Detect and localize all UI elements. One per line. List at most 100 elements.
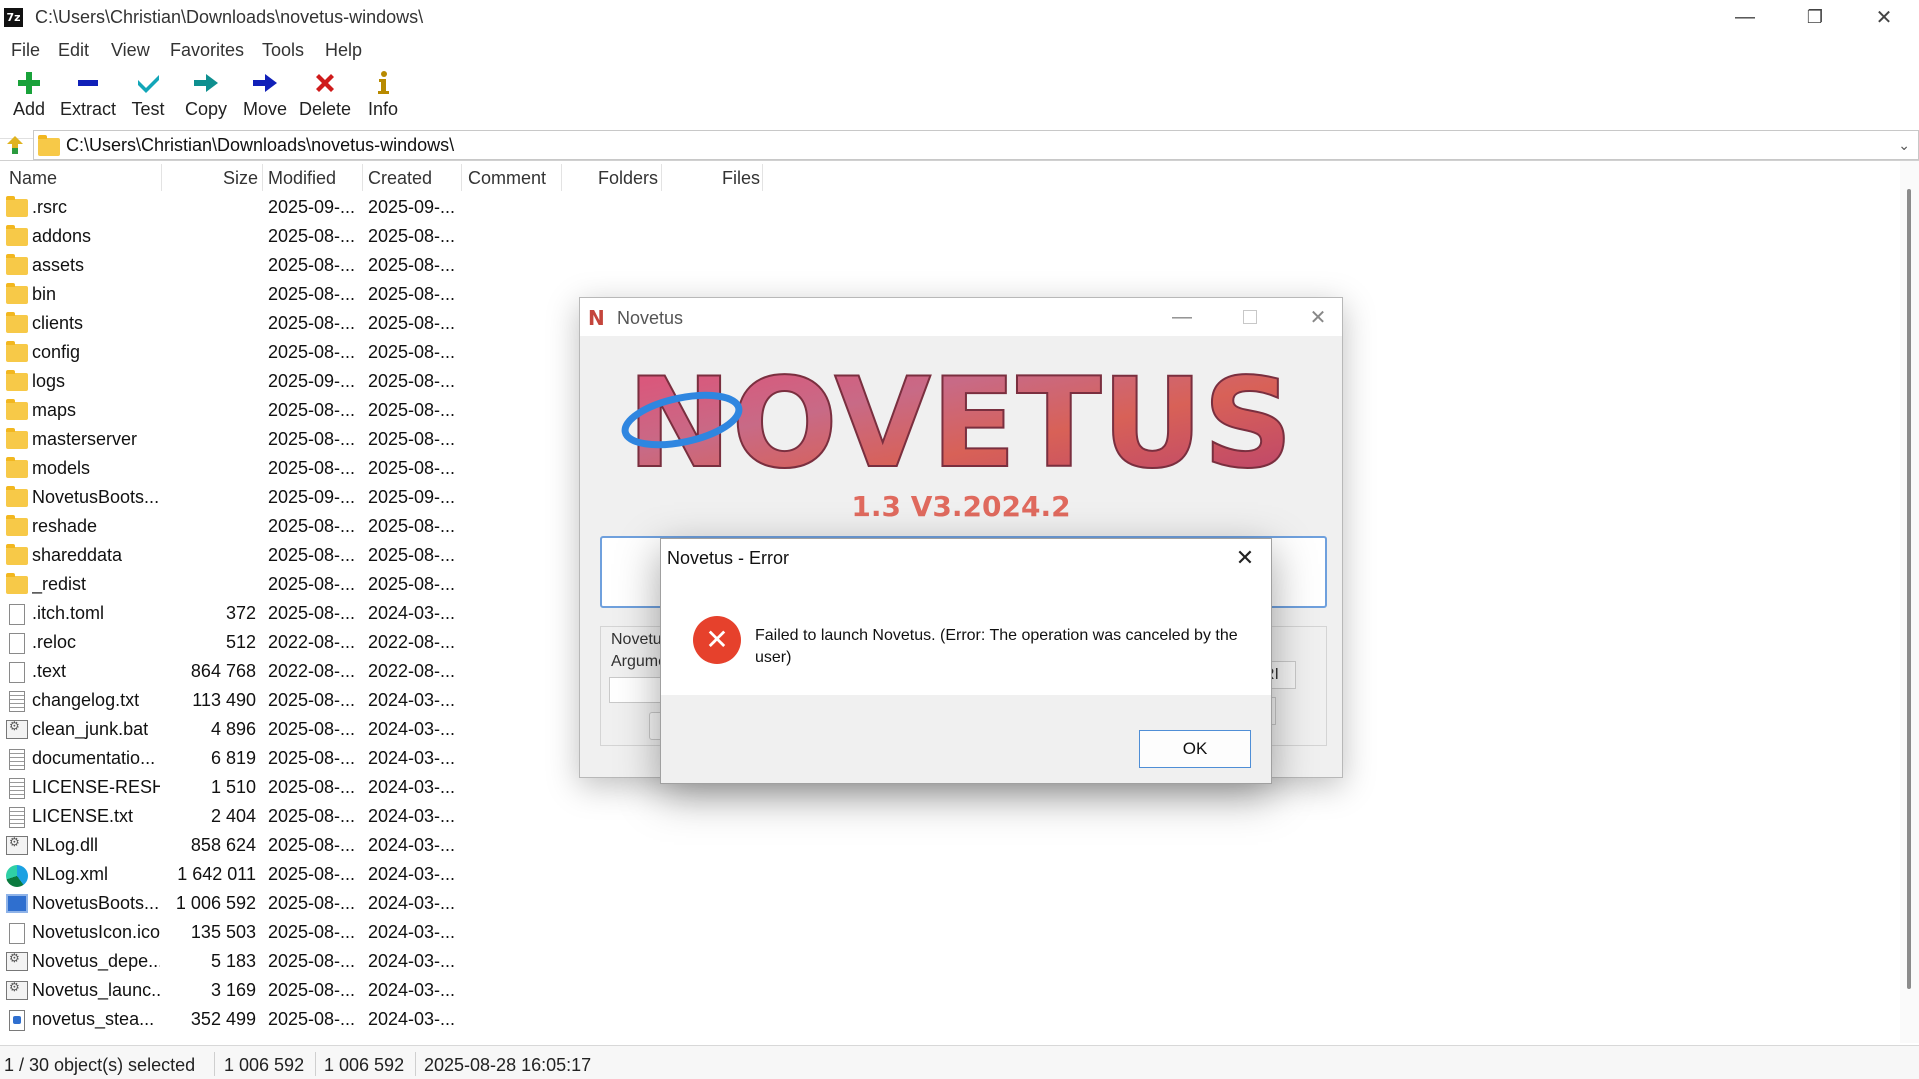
info-button[interactable]: Info (364, 67, 402, 125)
copy-button[interactable]: Copy (182, 67, 230, 125)
close-button[interactable]: ✕ (1849, 0, 1919, 35)
file-created: 2024-03-... (368, 603, 456, 623)
menu-help[interactable]: Help (325, 40, 362, 61)
toolbar: Add Extract Test Copy Move Delete Info (0, 65, 1919, 139)
delete-button[interactable]: Delete (298, 67, 352, 125)
chevron-down-icon[interactable]: ⌄ (1898, 137, 1910, 154)
address-path: C:\Users\Christian\Downloads\novetus-win… (66, 135, 455, 155)
file-created: 2024-03-... (368, 893, 456, 913)
file-name: clients (32, 313, 84, 333)
file-row[interactable]: LICENSE-RESH... 1 510 2025-08-... 2024-03-.… (0, 773, 470, 802)
file-modified: 2025-08-... (268, 574, 356, 594)
novetus-maximize-button[interactable] (1218, 300, 1282, 334)
file-modified: 2025-08-... (268, 806, 356, 826)
column-comment[interactable]: Comment (468, 168, 546, 189)
address-input[interactable]: C:\Users\Christian\Downloads\novetus-win… (33, 130, 1919, 160)
column-files[interactable]: Files (722, 168, 760, 189)
file-row[interactable]: NLog.dll 858 624 2025-08-... 2024-03-... (0, 831, 470, 860)
file-name: addons (32, 226, 92, 246)
file-modified: 2025-08-... (268, 226, 356, 246)
file-row[interactable]: clients 2025-08-... 2025-08-... (0, 309, 470, 338)
file-row[interactable]: Novetus_depe... 5 183 2025-08-... 2024-03-.… (0, 947, 470, 976)
column-size[interactable]: Size (223, 168, 258, 189)
novetus-minimize-button[interactable]: — (1150, 300, 1214, 334)
file-name: NovetusIcon.ico (32, 922, 160, 942)
file-row[interactable]: reshade 2025-08-... 2025-08-... (0, 512, 470, 541)
add-button[interactable]: Add (6, 67, 52, 125)
file-row[interactable]: LICENSE.txt 2 404 2025-08-... 2024-03-... (0, 802, 470, 831)
file-row[interactable]: models 2025-08-... 2025-08-... (0, 454, 470, 483)
file-row[interactable]: _redist 2025-08-... 2025-08-... (0, 570, 470, 599)
file-row[interactable]: logs 2025-09-... 2025-08-... (0, 367, 470, 396)
file-row[interactable]: novetus_stea... 352 499 2025-08-... 2024-03… (0, 1005, 470, 1034)
window-title: C:\Users\Christian\Downloads\novetus-win… (35, 7, 424, 27)
up-folder-button[interactable] (4, 134, 26, 156)
file-modified: 2025-08-... (268, 893, 356, 913)
file-size: 4 896 (210, 719, 256, 739)
file-size: 864 768 (190, 661, 256, 681)
copy-label: Copy (184, 99, 228, 119)
menu-edit[interactable]: Edit (58, 40, 89, 61)
novetus-logo: NOVETUS (621, 358, 1294, 478)
file-created: 2025-08-... (368, 429, 456, 449)
file-size: 1 510 (210, 777, 256, 797)
file-row[interactable]: NovetusBoots... 1 006 592 2025-08-... 2024-… (0, 889, 470, 918)
file-name: config (32, 342, 81, 362)
file-created: 2024-03-... (368, 1009, 456, 1029)
file-row[interactable]: masterserver 2025-08-... 2025-08-... (0, 425, 470, 454)
file-name: .rsrc (32, 197, 67, 217)
delete-label: Delete (298, 99, 352, 119)
file-row[interactable]: .text 864 768 2022-08-... 2022-08-... (0, 657, 470, 686)
column-folders[interactable]: Folders (598, 168, 658, 189)
novetus-window-title: Novetus (617, 308, 684, 328)
folder-icon (6, 428, 28, 450)
batch-file-icon (6, 719, 28, 740)
folder-icon (6, 573, 28, 595)
menu-file[interactable]: File (11, 40, 40, 61)
folder-icon (6, 457, 28, 479)
column-modified[interactable]: Modified (268, 168, 336, 189)
file-row[interactable]: .itch.toml 372 2025-08-... 2024-03-... (0, 599, 470, 628)
menu-favorites[interactable]: Favorites (170, 40, 244, 61)
file-row[interactable]: addons 2025-08-... 2025-08-... (0, 222, 470, 251)
maximize-button[interactable]: ❐ (1780, 0, 1850, 35)
folder-icon (6, 225, 28, 247)
menu-view[interactable]: View (111, 40, 150, 61)
file-row[interactable]: changelog.txt 113 490 2025-08-... 2024-03-.… (0, 686, 470, 715)
file-row[interactable]: Novetus_launc... 3 169 2025-08-... 2024-03-… (0, 976, 470, 1005)
file-row[interactable]: bin 2025-08-... 2025-08-... (0, 280, 470, 309)
file-row[interactable]: config 2025-08-... 2025-08-... (0, 338, 470, 367)
test-button[interactable]: Test (128, 67, 168, 125)
minus-icon (58, 67, 118, 99)
file-row[interactable]: NovetusBoots... 2025-09-... 2025-09-... (0, 483, 470, 512)
scrollbar-thumb[interactable] (1907, 189, 1911, 989)
minimize-button[interactable]: — (1710, 0, 1780, 35)
status-packed-size: 1 006 592 (324, 1055, 405, 1075)
file-row[interactable]: shareddata 2025-08-... 2025-08-... (0, 541, 470, 570)
menu-tools[interactable]: Tools (262, 40, 304, 61)
vertical-scrollbar[interactable] (1900, 161, 1919, 1043)
ok-button[interactable]: OK (1139, 730, 1251, 768)
folder-icon (38, 135, 60, 156)
novetus-close-button[interactable]: ✕ (1286, 300, 1350, 334)
text-file-icon (6, 807, 28, 828)
file-modified: 2025-09-... (268, 487, 356, 507)
column-created[interactable]: Created (368, 168, 432, 189)
file-row[interactable]: assets 2025-08-... 2025-08-... (0, 251, 470, 280)
file-row[interactable]: NovetusIcon.ico 135 503 2025-08-... 2024-03… (0, 918, 470, 947)
column-name[interactable]: Name (9, 168, 57, 189)
file-size: 372 (225, 603, 256, 623)
error-dialog-title: Novetus - Error (667, 548, 790, 568)
extract-label: Extract (59, 99, 116, 119)
file-name: NovetusBoots... (32, 893, 160, 913)
move-button[interactable]: Move (240, 67, 290, 125)
file-created: 2024-03-... (368, 719, 456, 739)
file-row[interactable]: documentatio... 6 819 2025-08-... 2024-03-.… (0, 744, 470, 773)
file-row[interactable]: clean_junk.bat 4 896 2025-08-... 2024-03-..… (0, 715, 470, 744)
file-row[interactable]: .reloc 512 2022-08-... 2022-08-... (0, 628, 470, 657)
file-row[interactable]: NLog.xml 1 642 011 2025-08-... 2024-03-... (0, 860, 470, 889)
close-icon[interactable]: ✕ (1225, 541, 1265, 575)
file-row[interactable]: .rsrc 2025-09-... 2025-09-... (0, 193, 470, 222)
extract-button[interactable]: Extract (58, 67, 118, 125)
file-row[interactable]: maps 2025-08-... 2025-08-... (0, 396, 470, 425)
